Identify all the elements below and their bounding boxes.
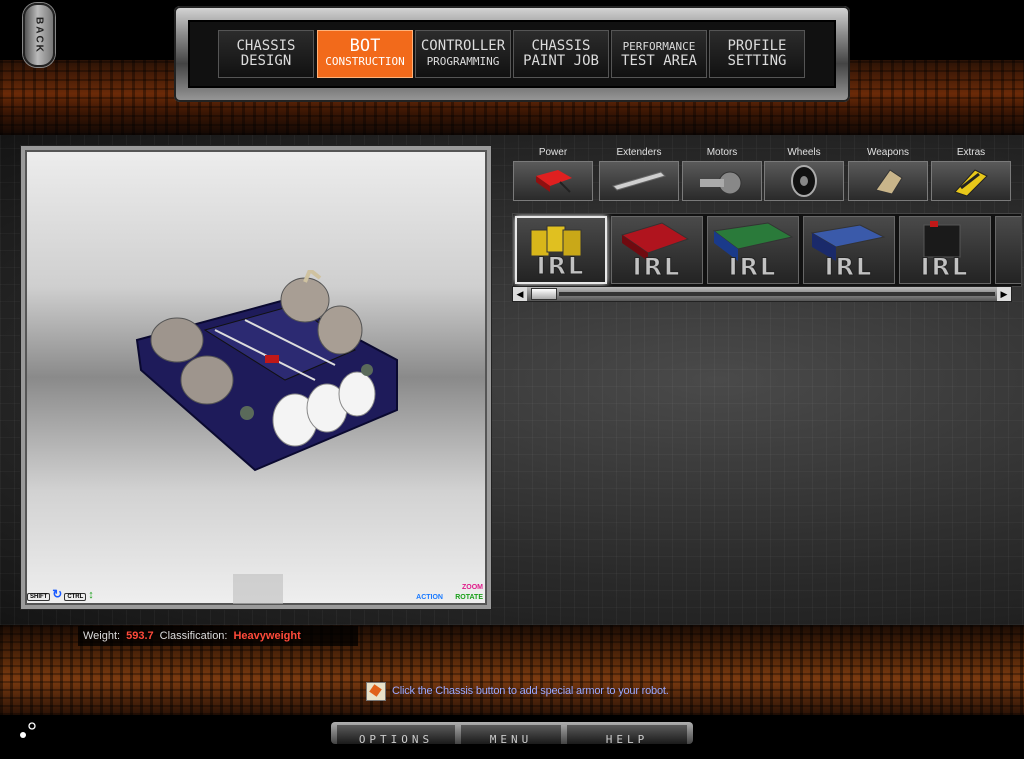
part-item[interactable]: IRL [803,216,895,284]
category-weapons-button[interactable] [848,161,928,201]
scroll-track [559,292,995,296]
category-label-extras: Extras [956,147,986,158]
tab-line1: CONTROLLER [420,38,506,54]
vertical-arrow-icon: ↕ [88,589,94,601]
tab-line1: PROFILE [727,38,787,54]
part-item-partial[interactable] [995,216,1021,284]
tab-line1: CHASSIS [531,38,591,54]
category-label-power: Power [538,147,568,158]
part-label: IRL [632,253,682,282]
scroll-right-arrow-icon[interactable]: ▶ [997,287,1011,301]
part-scrollbar[interactable]: ◀ ▶ [512,286,1012,302]
category-label-weapons: Weapons [866,147,910,158]
scroll-thumb[interactable] [531,288,557,300]
extender-bar-icon [612,171,666,191]
classification-label: Classification: [159,630,228,642]
tip-bar: Click the Chassis button to add special … [366,681,669,701]
wheel-icon [791,165,817,197]
tab-performance-test-area[interactable]: PERFORMANCE TEST AREA [611,30,707,78]
shift-key-label: SHIFT [27,593,51,601]
category-extenders-button[interactable] [599,161,679,201]
tip-icon [366,681,386,701]
tab-line1: PERFORMANCE [622,40,696,53]
tab-line2: PAINT JOB [523,53,599,69]
tab-line1: BOT [349,36,381,56]
part-item[interactable]: IRL [707,216,799,284]
part-item[interactable]: IRL [515,216,607,284]
menu-button[interactable]: MENU [461,725,561,744]
category-power-button[interactable] [513,161,593,201]
rotate-hint: SHIFT ↻ CTRL ↕ [27,587,94,601]
part-label: IRL [536,252,586,281]
tab-controller-programming[interactable]: CONTROLLER PROGRAMMING [415,30,511,78]
help-button[interactable]: HELP [567,725,687,744]
tab-bot-construction[interactable]: BOT CONSTRUCTION [317,30,413,78]
tab-chassis-design[interactable]: CHASSIS DESIGN [218,30,314,78]
tab-profile-setting[interactable]: PROFILE SETTING [709,30,805,78]
weapon-icon [875,169,903,195]
loading-spinner-icon [20,722,36,738]
category-extras-button[interactable] [931,161,1011,201]
classification-value: Heavyweight [233,630,301,642]
category-wheels-button[interactable] [764,161,844,201]
part-label: IRL [728,253,778,282]
part-strip: IRL IRL IRL IRL IRL [512,213,1022,287]
bottom-menu-bar: OPTIONS MENU HELP [331,722,693,744]
action-hint: ACTION [416,594,443,601]
motor-icon [700,171,742,195]
category-label-wheels: Wheels [787,147,821,158]
part-label: IRL [824,253,874,282]
back-button[interactable]: BACK [23,3,55,67]
category-label-extenders: Extenders [616,147,662,158]
tool-thumbnail-icon[interactable] [233,574,283,604]
part-item[interactable]: IRL [611,216,703,284]
weight-value: 593.7 [126,630,154,642]
tab-line2: PROGRAMMING [426,55,500,68]
rotate-label: ROTATE [455,594,483,601]
scroll-left-arrow-icon[interactable]: ◀ [513,287,527,301]
category-label-motors: Motors [706,147,738,158]
robot-model[interactable] [135,270,415,480]
part-item[interactable]: IRL [899,216,991,284]
options-button[interactable]: OPTIONS [337,725,455,744]
zoom-hint: ZOOM [462,584,483,591]
ctrl-key-label: CTRL [64,593,87,601]
weight-label: Weight: [83,630,121,642]
category-motors-button[interactable] [682,161,762,201]
battery-icon [536,170,572,193]
tab-line2: TEST AREA [621,53,697,69]
robot-3d-viewport[interactable]: SHIFT ↻ CTRL ↕ ZOOM ACTION ROTATE [21,146,491,609]
tab-line2: DESIGN [240,53,292,69]
tab-chassis-paint-job[interactable]: CHASSIS PAINT JOB [513,30,609,78]
tip-text: Click the Chassis button to add special … [392,685,669,697]
robot-status-bar: Weight: 593.7 Classification: Heavyweigh… [78,626,358,646]
part-label: IRL [920,253,970,282]
tab-line2: SETTING [727,53,787,69]
extras-icon [954,169,988,197]
tab-line2: CONSTRUCTION [325,55,405,68]
tab-line1: CHASSIS [236,38,296,54]
rotate-arrow-icon: ↻ [52,587,63,601]
